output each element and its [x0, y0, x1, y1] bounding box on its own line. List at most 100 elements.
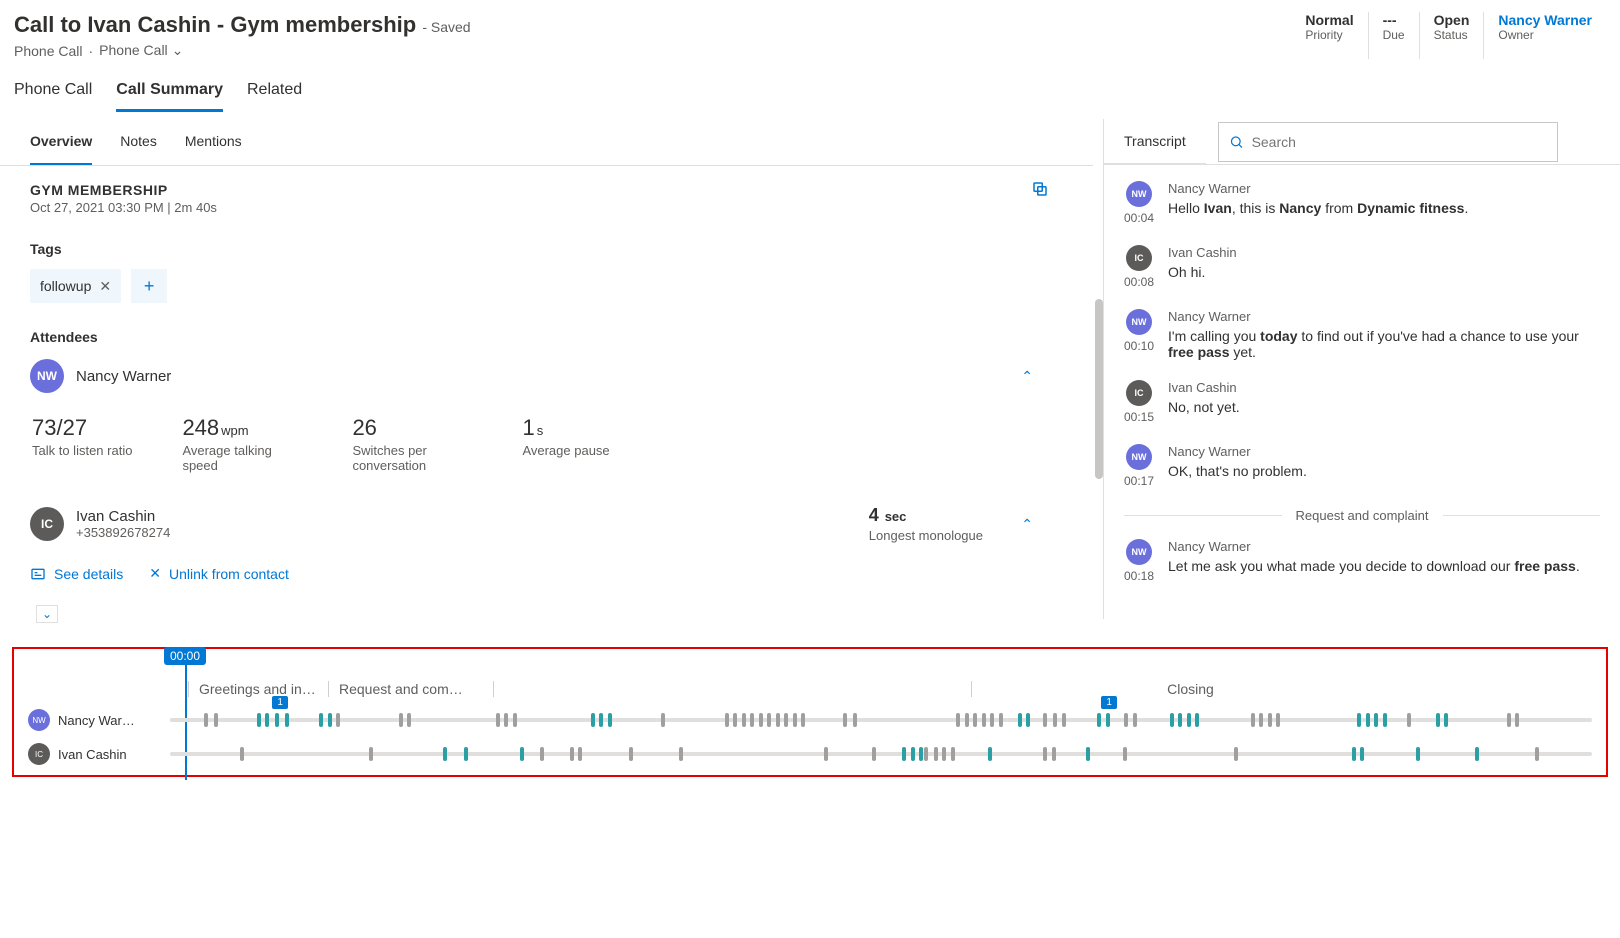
timeline-tick: [911, 747, 915, 761]
timeline-segment[interactable]: Request and com…: [328, 681, 493, 697]
timeline-tick: [1043, 713, 1047, 727]
remove-tag-icon[interactable]: ✕: [99, 278, 111, 295]
avatar: NW: [1126, 444, 1152, 470]
timeline-tick: [1407, 713, 1411, 727]
header-meta-status: OpenStatus: [1419, 12, 1484, 59]
timeline-tick: [988, 747, 992, 761]
timeline-tick: [1357, 713, 1361, 727]
timeline-tick: [1234, 747, 1238, 761]
tag-chip[interactable]: followup ✕: [30, 269, 121, 303]
transcript-entry[interactable]: NW00:10Nancy WarnerI'm calling you today…: [1124, 309, 1600, 360]
timeline-marker[interactable]: 1: [1101, 696, 1117, 709]
timeline-track-bar[interactable]: 11: [170, 718, 1592, 722]
transcript-text: I'm calling you today to find out if you…: [1168, 328, 1600, 360]
timeline-tick: [934, 747, 938, 761]
chevron-down-icon[interactable]: ⌄: [36, 605, 58, 623]
unlink-link[interactable]: ✕ Unlink from contact: [149, 565, 289, 582]
timeline-tick: [679, 747, 683, 761]
page-header: Call to Ivan Cashin - Gym membership - S…: [0, 0, 1620, 59]
transcript-text: OK, that's no problem.: [1168, 463, 1307, 479]
timeline-tick: [990, 713, 994, 727]
tags-label: Tags: [30, 241, 1063, 257]
timeline-tick: [965, 713, 969, 727]
add-tag-button[interactable]: +: [131, 269, 167, 303]
timeline-tick: [942, 747, 946, 761]
timeline-tick: [629, 747, 633, 761]
timeline-tick: [443, 747, 447, 761]
transcript-header: Transcript: [1104, 119, 1206, 164]
timeline-tick: [956, 713, 960, 727]
timeline-tick: [1018, 713, 1022, 727]
timeline-tick: [369, 747, 373, 761]
transcript-text: No, not yet.: [1168, 399, 1240, 415]
speaker-name: Ivan Cashin: [1168, 245, 1237, 260]
timeline-track[interactable]: NWNancy War…11: [28, 709, 1592, 731]
transcript-entry[interactable]: IC00:08Ivan CashinOh hi.: [1124, 245, 1600, 289]
timeline-tick: [204, 713, 208, 727]
tab-phone-call[interactable]: Phone Call: [14, 81, 92, 112]
timeline-tick: [999, 713, 1003, 727]
timeline-tick: [214, 713, 218, 727]
breadcrumb-dropdown[interactable]: Phone Call ⌄: [99, 42, 183, 59]
collapse-icon[interactable]: ⌃: [1021, 368, 1033, 385]
timeline-segment[interactable]: Greetings and in…: [188, 681, 328, 697]
timeline-tick: [540, 747, 544, 761]
subtabs: Overview Notes Mentions: [0, 119, 1093, 166]
header-meta: NormalPriority---DueOpenStatusNancy Warn…: [1291, 12, 1606, 59]
subtab-notes[interactable]: Notes: [120, 119, 157, 165]
close-icon: ✕: [149, 565, 161, 582]
avatar: NW: [1126, 181, 1152, 207]
timeline-tick: [599, 713, 603, 727]
timeline-track-bar[interactable]: [170, 752, 1592, 756]
scrollbar[interactable]: [1095, 299, 1103, 479]
subtab-mentions[interactable]: Mentions: [185, 119, 242, 165]
timeline-tick: [1259, 713, 1263, 727]
timeline-tick: [319, 713, 323, 727]
timeline-tick: [902, 747, 906, 761]
timeline-marker[interactable]: 1: [272, 696, 288, 709]
copy-icon[interactable]: [1031, 180, 1049, 201]
stat-monologue: 4 sec Longest monologue: [869, 505, 983, 543]
timeline-tick: [504, 713, 508, 727]
tab-call-summary[interactable]: Call Summary: [116, 81, 223, 112]
search-input[interactable]: [1252, 134, 1547, 150]
timeline-tick: [240, 747, 244, 761]
timeline-tick: [257, 713, 261, 727]
tab-related[interactable]: Related: [247, 81, 302, 112]
timeline-tick: [973, 713, 977, 727]
playhead[interactable]: 00:00: [164, 647, 206, 665]
timeline-tick: [872, 747, 876, 761]
header-meta-priority: NormalPriority: [1291, 12, 1367, 59]
timeline-tick: [608, 713, 612, 727]
collapse-icon[interactable]: ⌃: [1021, 516, 1033, 533]
timeline-tick: [520, 747, 524, 761]
attendee-row: NW Nancy Warner ⌃: [30, 359, 1063, 393]
avatar: IC: [1126, 245, 1152, 271]
tags-row: followup ✕ +: [30, 269, 1063, 303]
timeline-tick: [784, 713, 788, 727]
subtab-overview[interactable]: Overview: [30, 119, 92, 165]
timeline-segment[interactable]: Closing: [971, 681, 1409, 697]
timeline-tick: [285, 713, 289, 727]
avatar: IC: [30, 507, 64, 541]
timeline-tick: [513, 713, 517, 727]
timeline-tick: [725, 713, 729, 727]
transcript-entry[interactable]: NW00:04Nancy WarnerHello Ivan, this is N…: [1124, 181, 1600, 225]
search-box[interactable]: [1218, 122, 1558, 162]
timeline-tick: [824, 747, 828, 761]
see-details-link[interactable]: See details: [30, 565, 123, 582]
timeline-tick: [328, 713, 332, 727]
timeline-track[interactable]: ICIvan Cashin: [28, 743, 1592, 765]
timeline-tick: [1251, 713, 1255, 727]
transcript-entry[interactable]: NW00:18Nancy WarnerLet me ask you what m…: [1124, 539, 1600, 583]
attendee-phone: +353892678274: [76, 525, 170, 540]
header-meta-owner[interactable]: Nancy WarnerOwner: [1483, 12, 1606, 59]
timeline-tick: [1276, 713, 1280, 727]
transcript-entry[interactable]: IC00:15Ivan CashinNo, not yet.: [1124, 380, 1600, 424]
timeline-tick: [1178, 713, 1182, 727]
timeline-segment[interactable]: [493, 681, 971, 697]
chevron-down-icon: ⌄: [172, 42, 184, 58]
timeline: 00:00 Greetings and in…Request and com… C…: [12, 647, 1608, 777]
transcript-entry[interactable]: NW00:17Nancy WarnerOK, that's no problem…: [1124, 444, 1600, 488]
timeline-tick: [1097, 713, 1101, 727]
